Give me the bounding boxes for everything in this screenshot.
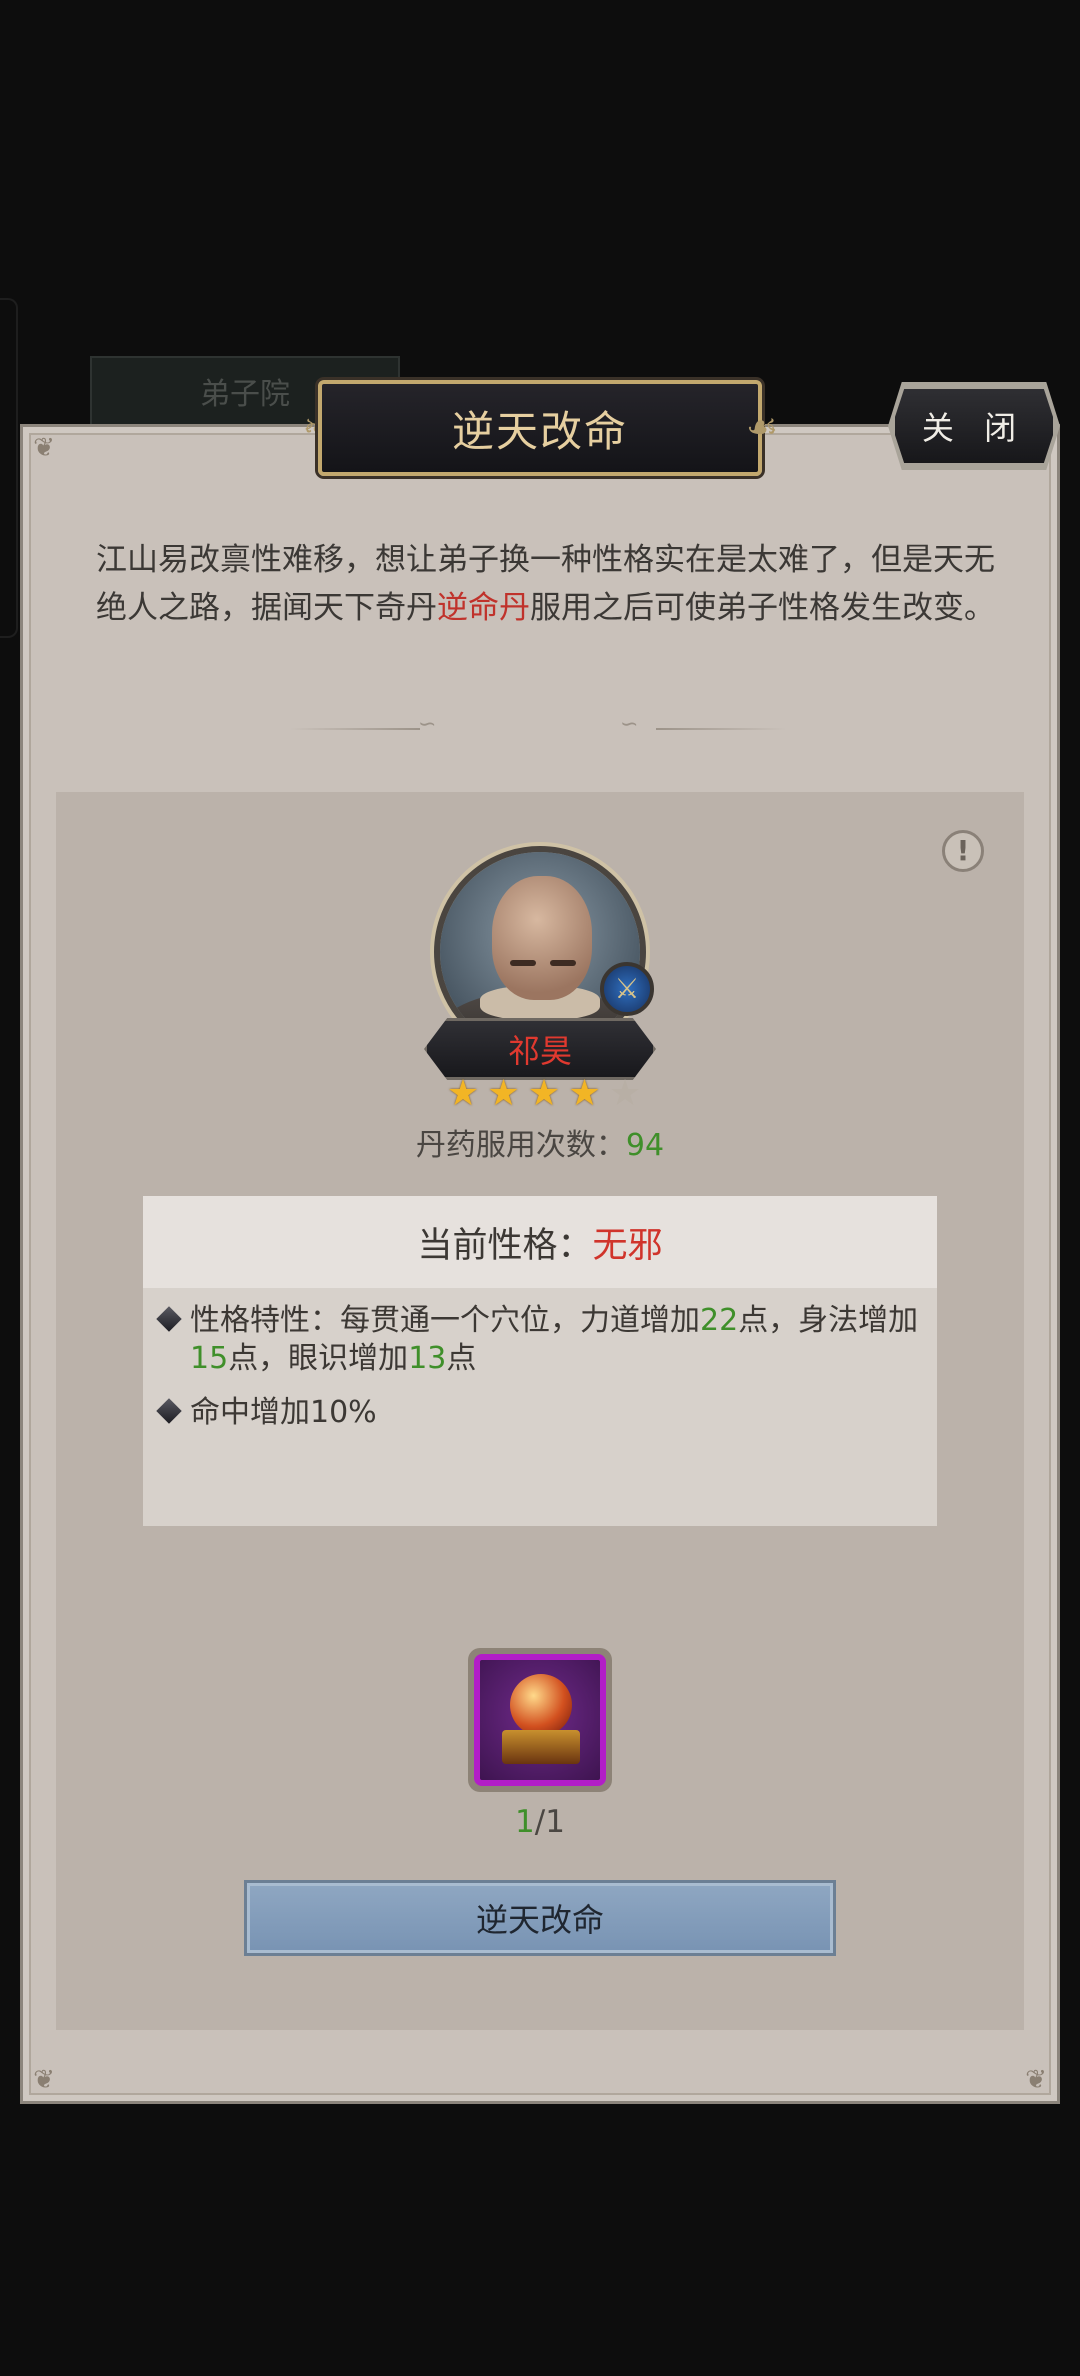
corner-ornament-icon: ❦ (33, 433, 55, 463)
trait-effect-line: 命中增加10% (156, 1394, 920, 1432)
current-trait-header: 当前性格： 无邪 (143, 1196, 937, 1288)
divider-left: ∽ (290, 712, 450, 737)
title-ornament-right-icon: ☙ (745, 407, 779, 448)
intro-text: 江山易改禀性难移，想让弟子换一种性格实在是太难了，但是天无绝人之路，据闻天下奇丹… (96, 542, 995, 626)
star-filled-icon: ★ (487, 1073, 520, 1114)
info-icon[interactable]: ! (942, 830, 984, 872)
corner-ornament-icon: ❦ (33, 2065, 55, 2095)
fate-pill-icon (474, 1654, 606, 1786)
star-filled-icon: ★ (527, 1073, 561, 1114)
dialog-title-bar: ❧ 逆天改命 ☙ (300, 374, 780, 482)
change-fate-button[interactable]: 逆天改命 (244, 1880, 836, 1956)
pill-usage-count: 丹药服用次数：94 (415, 1128, 665, 1163)
star-filled-icon: ★ (446, 1073, 480, 1114)
close-button[interactable]: 关 闭 (892, 386, 1056, 466)
divider-right: ∽ (620, 712, 790, 737)
item-count: 1/1 (515, 1804, 565, 1840)
highlight-item-name: 逆命丹 (437, 590, 530, 626)
dialog-title: 逆天改命 (318, 380, 762, 476)
fate-pill-item-slot[interactable] (468, 1648, 612, 1792)
corner-ornament-icon: ❦ (1025, 2065, 1047, 2095)
sword-class-icon: ⚔ (600, 962, 654, 1016)
trait-effect-line: 性格特性：每贯通一个穴位，力道增加22点，身法增加15点，眼识增加13点 (156, 1302, 920, 1378)
current-trait-value: 无邪 (592, 1225, 663, 1266)
star-rating: ★ ★ ★ ★ ★ (444, 1074, 644, 1114)
star-empty-icon: ★ (608, 1073, 642, 1114)
background-side-tab (0, 298, 18, 638)
disciple-name: 祁昊 (424, 1018, 656, 1080)
star-filled-icon: ★ (568, 1073, 601, 1114)
